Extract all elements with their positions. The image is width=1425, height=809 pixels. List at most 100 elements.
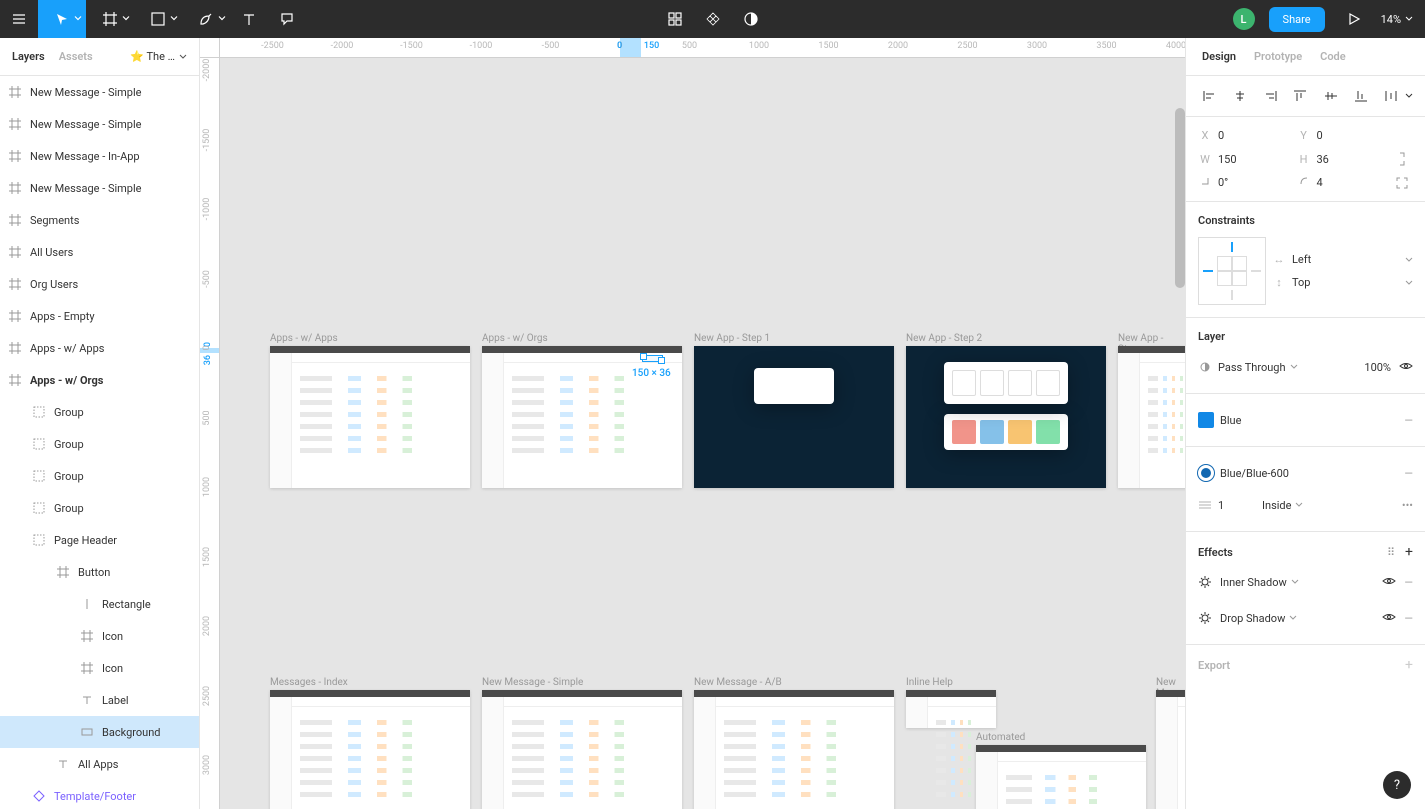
layer-row[interactable]: New Message - Simple: [0, 172, 199, 204]
align-top-icon[interactable]: [1288, 86, 1312, 106]
comment-tool[interactable]: [268, 0, 306, 38]
layers-tab[interactable]: Layers: [12, 50, 45, 63]
frame-label[interactable]: Messages - Index: [270, 677, 348, 688]
text-tool[interactable]: [230, 0, 268, 38]
assets-tab[interactable]: Assets: [59, 50, 93, 63]
frame-label[interactable]: Apps - w/ Orgs: [482, 333, 548, 344]
frame-label[interactable]: Apps - w/ Apps: [270, 333, 338, 344]
frame-label[interactable]: New App - Step 1: [694, 333, 770, 344]
layer-row[interactable]: Page Header: [0, 524, 199, 556]
layer-row[interactable]: Icon: [0, 620, 199, 652]
visibility-icon[interactable]: [1399, 361, 1413, 374]
width-field[interactable]: W150: [1198, 153, 1289, 166]
align-vcenter-icon[interactable]: [1319, 86, 1343, 106]
effects-styles-icon[interactable]: ⠿: [1387, 546, 1395, 559]
opacity-field[interactable]: 100%: [1364, 361, 1391, 374]
layer-tree[interactable]: New Message - Simple New Message - Simple…: [0, 76, 199, 809]
visibility-icon[interactable]: [1382, 576, 1396, 589]
add-export-icon[interactable]: +: [1405, 657, 1413, 673]
blend-mode-icon[interactable]: [1198, 361, 1212, 373]
boolean-icon[interactable]: [732, 0, 770, 38]
effect-settings-icon[interactable]: [1198, 611, 1212, 625]
y-field[interactable]: Y0: [1297, 129, 1388, 142]
canvas-frame[interactable]: [1156, 690, 1185, 809]
corner-radius-field[interactable]: 4: [1297, 176, 1388, 189]
vertical-scrollbar[interactable]: [1175, 108, 1185, 288]
visibility-icon[interactable]: [1382, 612, 1396, 625]
remove-fill-icon[interactable]: —: [1404, 414, 1413, 427]
layer-row[interactable]: Group: [0, 396, 199, 428]
move-tool[interactable]: [38, 0, 86, 38]
canvas-frame[interactable]: [270, 346, 470, 488]
chevron-down-icon[interactable]: [1405, 92, 1413, 100]
effect-row[interactable]: Drop Shadow —: [1198, 604, 1413, 632]
canvas-frame[interactable]: [906, 346, 1106, 488]
remove-effect-icon[interactable]: —: [1404, 576, 1413, 589]
code-tab[interactable]: Code: [1320, 50, 1346, 63]
layer-row[interactable]: Org Users: [0, 268, 199, 300]
constrain-proportions-icon[interactable]: [1395, 152, 1409, 166]
rotation-field[interactable]: 0°: [1198, 176, 1289, 189]
layer-row[interactable]: Label: [0, 684, 199, 716]
align-bottom-icon[interactable]: [1349, 86, 1373, 106]
present-button[interactable]: [1335, 0, 1373, 38]
layer-row[interactable]: Group: [0, 492, 199, 524]
layer-row[interactable]: Apps - Empty: [0, 300, 199, 332]
distribute-icon[interactable]: [1379, 86, 1403, 106]
canvas-frame[interactable]: [482, 690, 682, 809]
layer-row[interactable]: Background: [0, 716, 199, 748]
effect-row[interactable]: Inner Shadow —: [1198, 568, 1413, 596]
layer-row[interactable]: Apps - w/ Orgs: [0, 364, 199, 396]
design-tab[interactable]: Design: [1202, 50, 1236, 63]
constraint-h-select[interactable]: ↔Left: [1272, 253, 1413, 266]
frame-tool[interactable]: [86, 0, 134, 38]
layer-row[interactable]: Apps - w/ Apps: [0, 332, 199, 364]
canvas-frame[interactable]: [1118, 346, 1185, 488]
blend-mode-select[interactable]: Pass Through: [1218, 361, 1286, 374]
help-button[interactable]: ?: [1383, 771, 1411, 799]
canvas-frame[interactable]: [976, 745, 1146, 809]
canvas-frame[interactable]: [270, 690, 470, 809]
layer-row[interactable]: Segments: [0, 204, 199, 236]
layer-row[interactable]: Group: [0, 428, 199, 460]
align-left-icon[interactable]: [1198, 86, 1222, 106]
align-right-icon[interactable]: [1258, 86, 1282, 106]
page-selector[interactable]: ⭐ The …: [130, 50, 187, 63]
layer-row[interactable]: Rectangle: [0, 588, 199, 620]
shape-tool[interactable]: [134, 0, 182, 38]
frame-label[interactable]: New App - Step 2: [906, 333, 982, 344]
constraints-widget[interactable]: [1198, 237, 1266, 305]
canvas-frame[interactable]: [906, 690, 996, 728]
user-avatar[interactable]: L: [1233, 8, 1255, 30]
components-icon[interactable]: [656, 0, 694, 38]
height-field[interactable]: H36: [1297, 153, 1388, 166]
layer-row[interactable]: Button: [0, 556, 199, 588]
remove-stroke-icon[interactable]: —: [1404, 467, 1413, 480]
effect-type[interactable]: Inner Shadow: [1220, 576, 1287, 589]
remove-effect-icon[interactable]: —: [1404, 612, 1413, 625]
canvas[interactable]: Apps - w/ AppsApps - w/ Orgs150 × 36New …: [220, 58, 1185, 809]
layer-row[interactable]: All Apps: [0, 748, 199, 780]
effect-settings-icon[interactable]: [1198, 575, 1212, 589]
pen-tool[interactable]: [182, 0, 230, 38]
effect-type[interactable]: Drop Shadow: [1220, 612, 1285, 625]
fill-label[interactable]: Blue: [1220, 414, 1241, 427]
stroke-label[interactable]: Blue/Blue-600: [1220, 467, 1289, 480]
hamburger-menu[interactable]: [0, 0, 38, 38]
layer-row[interactable]: New Message - Simple: [0, 76, 199, 108]
stroke-width-field[interactable]: 1: [1218, 499, 1262, 512]
fill-swatch[interactable]: [1198, 412, 1214, 428]
constraint-v-select[interactable]: ↕Top: [1272, 276, 1413, 289]
add-effect-icon[interactable]: +: [1405, 544, 1413, 560]
mask-icon[interactable]: [694, 0, 732, 38]
frame-label[interactable]: New Message - A/B: [694, 677, 782, 688]
stroke-swatch[interactable]: [1198, 465, 1214, 481]
x-field[interactable]: X0: [1198, 129, 1289, 142]
align-hcenter-icon[interactable]: [1228, 86, 1252, 106]
layer-row[interactable]: New Message - In-App: [0, 140, 199, 172]
share-button[interactable]: Share: [1269, 7, 1325, 32]
stroke-advanced-icon[interactable]: •••: [1402, 499, 1413, 512]
zoom-level[interactable]: 14%: [1377, 13, 1417, 26]
layer-row[interactable]: Icon: [0, 652, 199, 684]
stroke-position-select[interactable]: Inside: [1262, 499, 1291, 512]
